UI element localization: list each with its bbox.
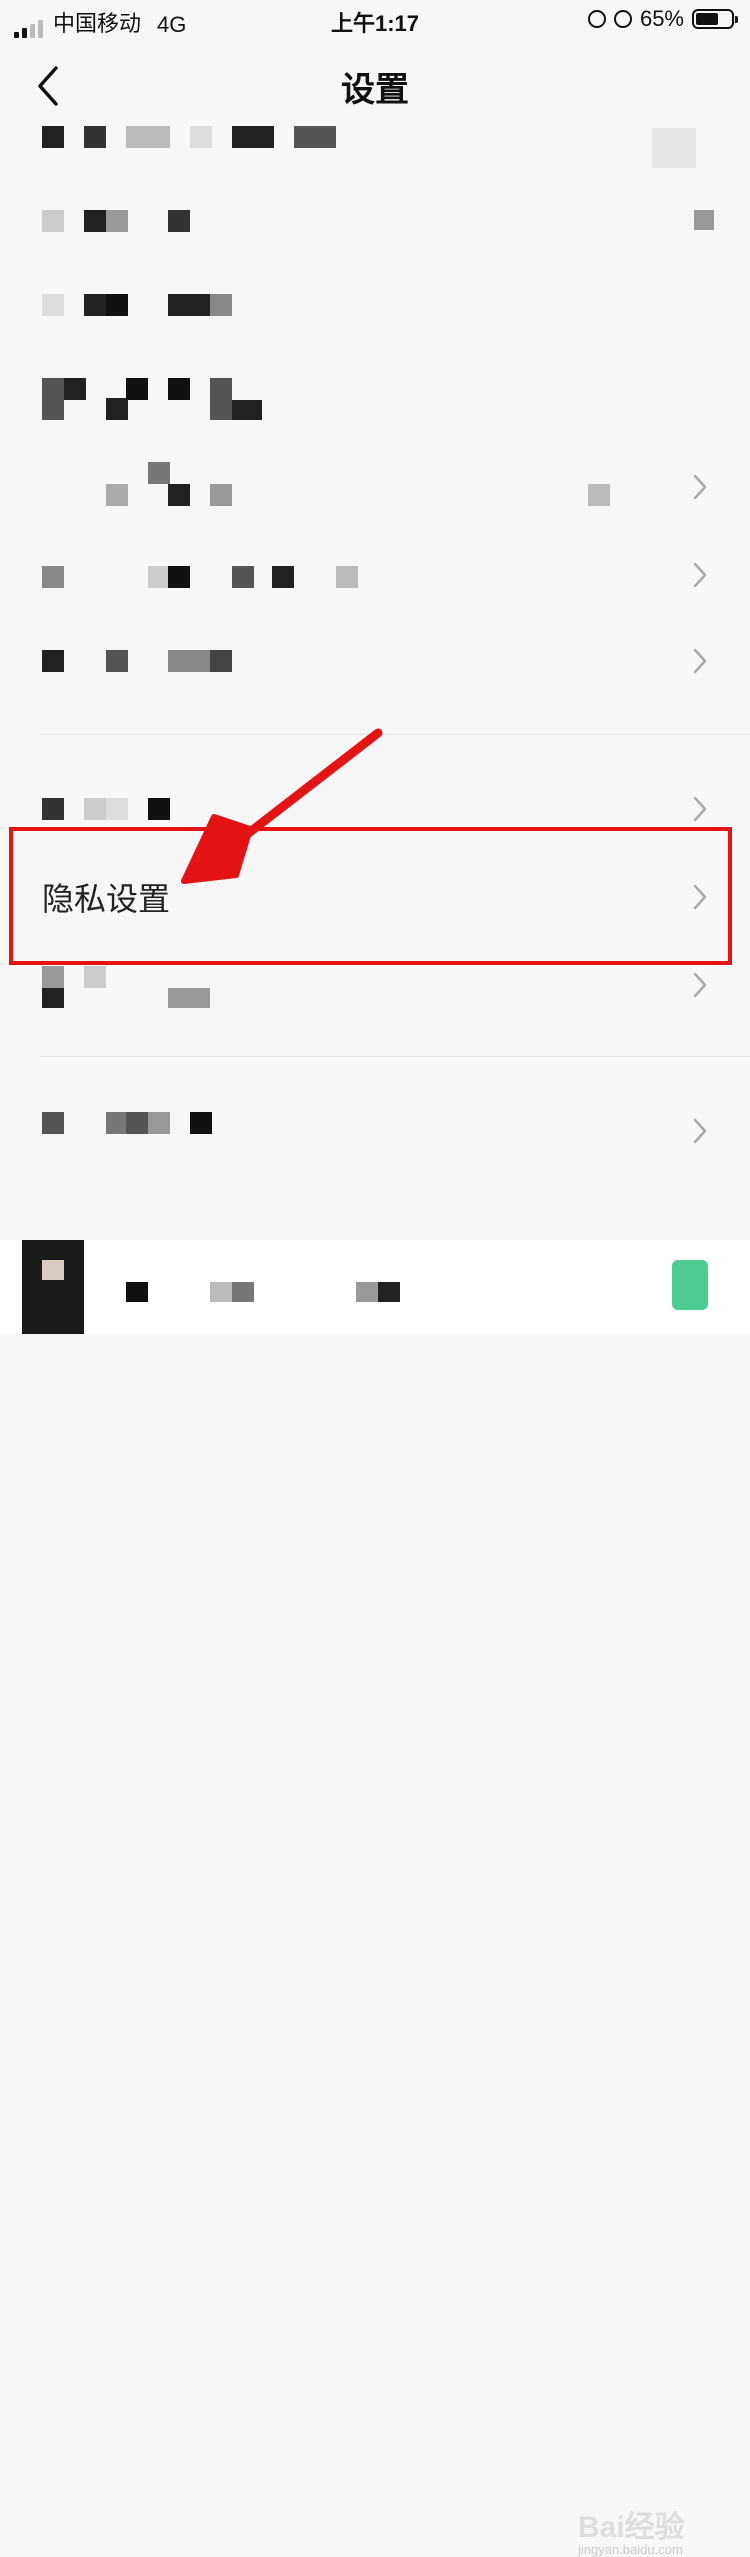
chevron-right-icon — [690, 1116, 710, 1146]
page-title: 设置 — [341, 71, 409, 109]
annotation-arrow-icon — [181, 728, 383, 884]
list-item[interactable] — [0, 444, 750, 530]
list-item[interactable] — [0, 262, 750, 348]
alarm-icon — [613, 10, 632, 28]
rotation-lock-icon — [587, 10, 606, 28]
list-item[interactable] — [0, 530, 750, 616]
list-item[interactable] — [0, 348, 750, 434]
bottom-bar: Bai经验 jingyan.baidu.com — [0, 1240, 750, 2557]
section-divider — [40, 734, 750, 735]
status-bar: 中国移动 4G 上午1:17 65% — [0, 0, 750, 40]
list-item[interactable] — [0, 176, 750, 262]
watermark-url: jingyan.baidu.com — [578, 2542, 683, 2557]
chevron-right-icon — [690, 560, 710, 590]
battery-percent: 65% — [639, 6, 684, 31]
watermark-text: Bai经验 — [578, 2511, 685, 2544]
watermark: Bai经验 jingyan.baidu.com — [578, 2502, 685, 2557]
battery-icon — [692, 9, 738, 29]
navigation-bar: 设置 — [0, 44, 750, 128]
status-right: 65% — [587, 6, 738, 32]
avatar[interactable] — [22, 1240, 84, 1334]
chevron-right-icon — [690, 970, 710, 1000]
list-item[interactable] — [0, 1086, 750, 1172]
chevron-right-icon — [690, 646, 710, 676]
chevron-right-icon — [690, 794, 710, 824]
section-divider — [40, 1056, 750, 1057]
chevron-right-icon — [690, 472, 710, 502]
list-item[interactable] — [0, 618, 750, 704]
